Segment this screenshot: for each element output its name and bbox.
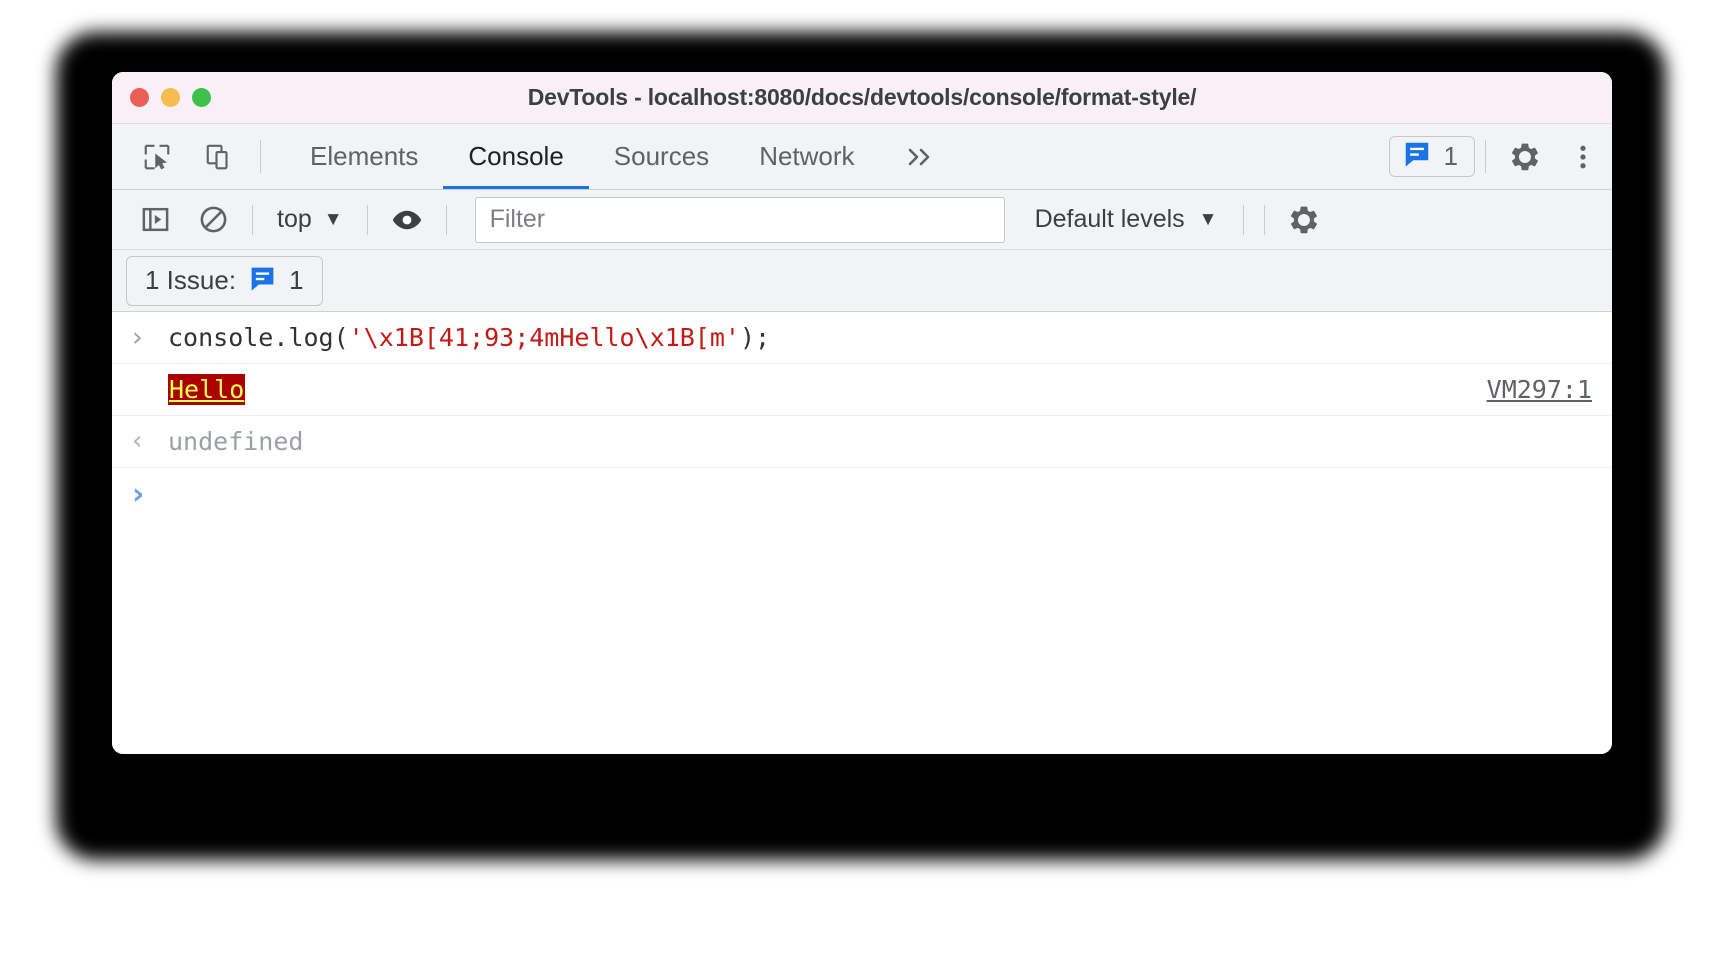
input-prompt-icon: ›	[132, 476, 145, 512]
inspect-element-icon[interactable]	[126, 124, 188, 189]
window-title: DevTools - localhost:8080/docs/devtools/…	[527, 84, 1197, 110]
toolbar-divider-4	[1243, 204, 1245, 235]
issues-badge-count: 1	[1443, 141, 1458, 171]
issues-speech-bubble-icon	[1402, 139, 1432, 174]
log-levels-label: Default levels	[1034, 205, 1185, 233]
result-gutter: ‹	[132, 423, 168, 459]
tab-sources-label: Sources	[613, 141, 710, 171]
ansi-styled-hello: Hello	[168, 374, 246, 405]
log-levels-selector[interactable]: Default levels ▼	[1019, 205, 1234, 234]
javascript-context-selector[interactable]: top ▼	[263, 205, 357, 234]
chevron-down-icon: ▼	[323, 208, 343, 230]
console-result-row: ‹ undefined	[112, 416, 1612, 468]
tab-elements-label: Elements	[310, 141, 419, 171]
result-value: undefined	[168, 427, 304, 456]
console-command-row: › console.log('\x1B[41;93;4mHello\x1B[m'…	[112, 312, 1612, 364]
command-prefix: console.log(	[168, 323, 349, 352]
devtools-tabbar: Elements Console Sources Network 1	[112, 124, 1612, 190]
tab-console[interactable]: Console	[443, 124, 590, 189]
toolbar-divider-1	[252, 204, 253, 235]
issues-summary-count: 1	[289, 265, 304, 295]
command-gutter: ›	[132, 319, 168, 357]
tabbar-spacer	[958, 124, 1389, 189]
tab-sources[interactable]: Sources	[589, 124, 734, 189]
devtools-window: DevTools - localhost:8080/docs/devtools/…	[112, 72, 1612, 754]
output-text: Hello	[168, 372, 1467, 407]
more-tabs-chevron-icon[interactable]	[880, 124, 958, 189]
toolbar-divider-3	[445, 204, 447, 235]
console-output-row: Hello VM297:1	[112, 364, 1612, 416]
clear-console-icon[interactable]	[184, 190, 242, 250]
tab-elements[interactable]: Elements	[285, 124, 443, 189]
console-toolbar: top ▼ Default levels ▼	[112, 190, 1612, 250]
issues-summary-button[interactable]: 1 Issue: 1	[126, 255, 323, 306]
gear-icon[interactable]	[1496, 141, 1554, 173]
console-input-prompt-row[interactable]: ›	[112, 468, 1612, 520]
tabbar-divider-1	[260, 140, 261, 173]
traffic-lights	[130, 88, 211, 107]
toolbar-divider-2	[366, 204, 368, 235]
command-prompt-icon: ›	[132, 321, 143, 353]
window-titlebar: DevTools - localhost:8080/docs/devtools/…	[112, 72, 1612, 124]
input-prompt-gutter: ›	[132, 477, 168, 512]
issues-badge-button[interactable]: 1	[1388, 136, 1475, 177]
command-text: console.log('\x1B[41;93;4mHello\x1B[m');	[168, 320, 1592, 355]
source-location-link[interactable]: VM297:1	[1487, 372, 1592, 407]
console-sidebar-icon[interactable]	[126, 190, 184, 250]
console-messages-area[interactable]: › console.log('\x1B[41;93;4mHello\x1B[m'…	[112, 312, 1612, 754]
chevron-down-icon: ▼	[1198, 208, 1218, 230]
command-string-literal: '\x1B[41;93;4mHello\x1B[m'	[348, 323, 740, 352]
console-settings-gear-icon[interactable]	[1275, 190, 1333, 250]
filter-input[interactable]	[474, 196, 1005, 243]
panel-tabs: Elements Console Sources Network	[285, 124, 880, 189]
minimize-window-button[interactable]	[161, 88, 180, 107]
context-label: top	[277, 205, 312, 233]
close-window-button[interactable]	[130, 88, 149, 107]
maximize-window-button[interactable]	[192, 88, 211, 107]
kebab-menu-icon[interactable]	[1554, 142, 1612, 172]
tabbar-right-actions	[1496, 124, 1612, 189]
tab-network-label: Network	[759, 141, 855, 171]
return-value-arrow-icon: ‹	[132, 426, 143, 457]
command-suffix: );	[739, 323, 771, 352]
tab-network[interactable]: Network	[734, 124, 879, 189]
tab-console-label: Console	[468, 141, 564, 171]
tabbar-divider-2	[1485, 140, 1486, 173]
issues-speech-bubble-icon	[248, 264, 277, 298]
screenshot-canvas: DevTools - localhost:8080/docs/devtools/…	[0, 0, 1722, 974]
live-expression-eye-icon[interactable]	[378, 190, 436, 250]
device-toolbar-icon[interactable]	[188, 124, 250, 189]
toolbar-divider-5	[1264, 204, 1266, 235]
issues-summary-label: 1 Issue:	[145, 265, 237, 295]
issues-message-bar: 1 Issue: 1	[112, 250, 1612, 312]
